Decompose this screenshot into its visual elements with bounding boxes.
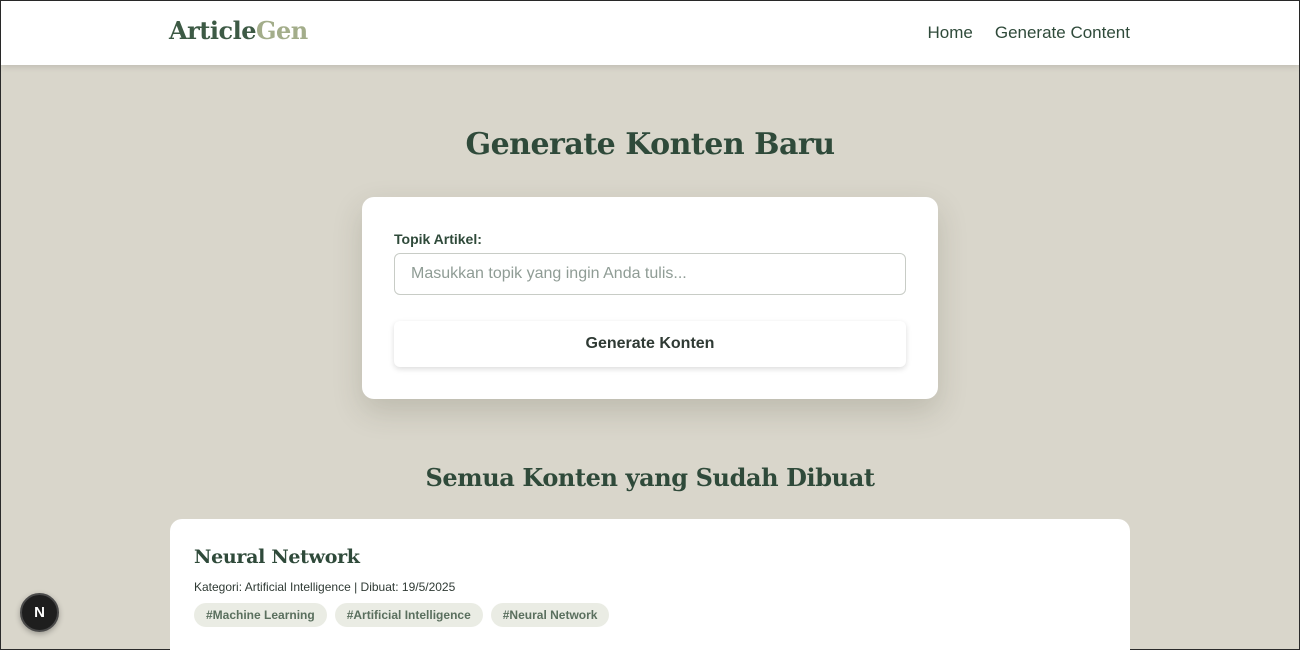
tag-list: #Machine Learning #Artificial Intelligen… — [194, 603, 610, 627]
badge-letter: N — [34, 604, 45, 621]
topic-label: Topik Artikel: — [394, 231, 482, 247]
logo[interactable]: ArticleGen — [169, 16, 308, 45]
article-title[interactable]: Neural Network — [194, 546, 360, 568]
logo-text-gen: Gen — [255, 16, 308, 45]
page-title: Generate Konten Baru — [465, 127, 835, 162]
topic-input[interactable] — [394, 253, 906, 295]
nav-link-home[interactable]: Home — [927, 23, 972, 43]
nextjs-icon[interactable]: N — [20, 593, 59, 632]
tag: #Artificial Intelligence — [334, 603, 483, 627]
section-title: Semua Konten yang Sudah Dibuat — [425, 463, 875, 492]
nav-link-generate-content[interactable]: Generate Content — [995, 23, 1130, 43]
article-card[interactable]: Neural Network Kategori: Artificial Inte… — [170, 519, 1130, 650]
tag: #Machine Learning — [194, 603, 327, 627]
generate-content-button[interactable]: Generate Konten — [394, 321, 906, 367]
logo-text-article: Article — [169, 16, 256, 45]
navbar: ArticleGen Home Generate Content — [1, 1, 1299, 65]
generate-form-card: Topik Artikel: Generate Konten — [362, 197, 938, 399]
nav-links: Home Generate Content — [927, 23, 1130, 43]
tag: #Neural Network — [490, 603, 610, 627]
article-meta: Kategori: Artificial Intelligence | Dibu… — [194, 580, 456, 594]
